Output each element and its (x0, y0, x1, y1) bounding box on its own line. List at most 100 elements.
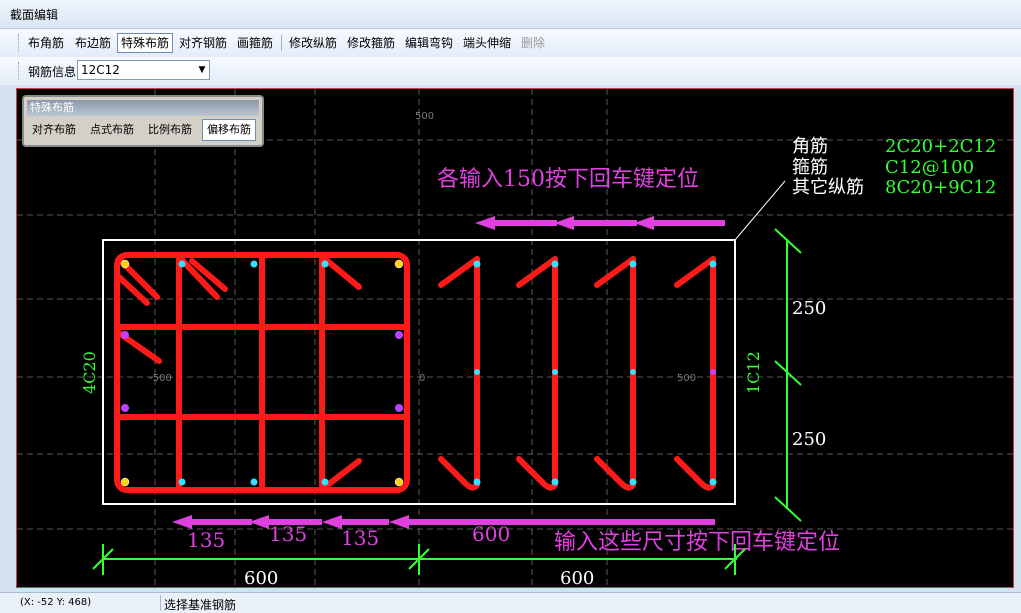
rebar-point (474, 369, 480, 375)
edge-rebar-button[interactable]: 布边筋 (72, 34, 114, 52)
tie-hook (594, 256, 636, 491)
tie-hook (438, 256, 480, 288)
spacing-label: 135 (269, 522, 307, 546)
dim-bottom-left: 600 (244, 568, 278, 588)
rebar-point (473, 260, 481, 268)
grid-label-center: 0 (419, 373, 425, 384)
rebar-point (321, 260, 329, 268)
window-title: 截面编辑 (10, 8, 59, 22)
ratio-placement-button[interactable]: 比例布筋 (144, 120, 196, 140)
rebar-point (394, 477, 404, 487)
legend-key-corner: 角筋 (792, 136, 828, 157)
dim-right (774, 228, 802, 522)
draw-stirrup-button[interactable]: 画箍筋 (234, 34, 276, 52)
dim-left-label: 4C20 (80, 351, 99, 394)
dim-right-lower: 250 (792, 429, 826, 450)
hook (322, 458, 362, 490)
toolbar-grip[interactable] (18, 34, 21, 52)
rebar-legend: 角筋 2C20+2C12 箍筋 C12@100 其它纵筋 8C20+9C12 (792, 136, 996, 198)
rebar-point (630, 369, 636, 375)
dim-right-upper: 250 (792, 298, 826, 319)
main-toolbar: 布角筋 布边筋 特殊布筋 对齐钢筋 画箍筋 修改纵筋 修改箍筋 编辑弯钩 端头伸… (0, 29, 1021, 57)
rebar-info-combobox[interactable]: 12C12 ▼ (77, 60, 210, 80)
rebar-point (395, 331, 403, 339)
rebar-info-value[interactable]: 12C12 (81, 63, 120, 77)
legend-value-other: 8C20+9C12 (885, 177, 996, 198)
chevron-down-icon[interactable]: ▼ (195, 61, 209, 79)
rebar-info-label: 钢筋信息 (28, 65, 77, 79)
point-placement-button[interactable]: 点式布筋 (86, 120, 138, 140)
grid (17, 89, 1013, 587)
grid-label-right: 500 (677, 373, 696, 384)
grid-label-top: 500 (415, 111, 434, 122)
status-message: 选择基准钢筋 (164, 598, 237, 612)
annotation-bottom: 输入这些尺寸按下回车键定位 (554, 530, 840, 555)
panel-title[interactable]: 特殊布筋 (27, 100, 259, 116)
tie-hook (438, 256, 480, 491)
rebar-point (121, 404, 129, 412)
offset-placement-button[interactable]: 偏移布筋 (202, 119, 256, 141)
spacing-label: 135 (187, 528, 225, 552)
cursor-coordinates: (X: -52 Y: 468) (20, 597, 92, 608)
grid-label-left: -500 (149, 373, 172, 384)
tie-hook (674, 256, 716, 288)
end-extend-button[interactable]: 端头伸缩 (460, 34, 514, 52)
rebar-point (710, 369, 716, 375)
rebar-point (178, 478, 186, 486)
arrows-top (475, 216, 725, 230)
hook (322, 256, 362, 290)
align-rebar-button[interactable]: 对齐钢筋 (176, 34, 230, 52)
tie-hook (516, 256, 558, 288)
dim-right-label: 1C12 (744, 351, 763, 394)
align-placement-button[interactable]: 对齐布筋 (28, 120, 80, 140)
annotation-top: 各输入150按下回车键定位 (437, 167, 699, 192)
rebar-point (120, 259, 130, 269)
title-bar: 截面编辑 (0, 0, 1021, 29)
legend-value-stirrup: C12@100 (885, 157, 974, 178)
toolbar-grip[interactable] (18, 62, 21, 80)
spacing-label: 135 (341, 526, 379, 550)
spacing-labels: 135 135 135 600 (187, 522, 510, 552)
legend-value-corner: 2C20+2C12 (885, 136, 996, 157)
corner-rebar-button[interactable]: 布角筋 (25, 34, 67, 52)
rebar-point (551, 260, 559, 268)
rebar-point (121, 331, 129, 339)
rebar-group (114, 252, 716, 493)
rebar-point (709, 478, 717, 486)
toolbar-separator (281, 35, 282, 51)
tie-hook (516, 256, 558, 491)
rebar-point (629, 260, 637, 268)
rebar-point (120, 477, 130, 487)
section-drawing: 500 -500 0 500 角筋 2C20+2C12 箍筋 C12@100 其… (17, 89, 1013, 588)
edit-longitudinal-button[interactable]: 修改纵筋 (286, 34, 340, 52)
rebar-point (178, 260, 186, 268)
tie-hook (594, 256, 636, 288)
rebar-point (394, 259, 404, 269)
status-bar: (X: -52 Y: 468) 选择基准钢筋 (0, 592, 1021, 613)
legend-key-other: 其它纵筋 (792, 177, 864, 198)
rebar-point (709, 260, 717, 268)
rebar-point (473, 478, 481, 486)
spacing-label: 600 (472, 522, 510, 546)
special-rebar-button[interactable]: 特殊布筋 (117, 33, 174, 53)
rebar-point (321, 478, 329, 486)
status-divider (160, 595, 161, 611)
dim-bottom-right: 600 (560, 568, 594, 588)
annotation-arrow (172, 515, 252, 529)
rebar-point (250, 478, 258, 486)
edit-stirrup-button[interactable]: 修改箍筋 (344, 34, 398, 52)
annotation-arrow (634, 216, 725, 230)
annotation-arrow (389, 515, 715, 529)
section-canvas[interactable]: 500 -500 0 500 角筋 2C20+2C12 箍筋 C12@100 其… (16, 88, 1014, 588)
rebar-info-toolbar: 钢筋信息 12C12 ▼ (0, 57, 1021, 85)
edit-hook-button[interactable]: 编辑弯钩 (402, 34, 456, 52)
rebar-point (395, 404, 403, 412)
rebar-point (552, 369, 558, 375)
arrows-bottom (172, 515, 715, 529)
delete-button[interactable]: 删除 (518, 34, 548, 52)
rebar-point (629, 478, 637, 486)
rebar-point (250, 260, 258, 268)
annotation-arrow (554, 216, 637, 230)
legend-key-stirrup: 箍筋 (792, 157, 828, 178)
annotation-arrow (475, 216, 557, 230)
